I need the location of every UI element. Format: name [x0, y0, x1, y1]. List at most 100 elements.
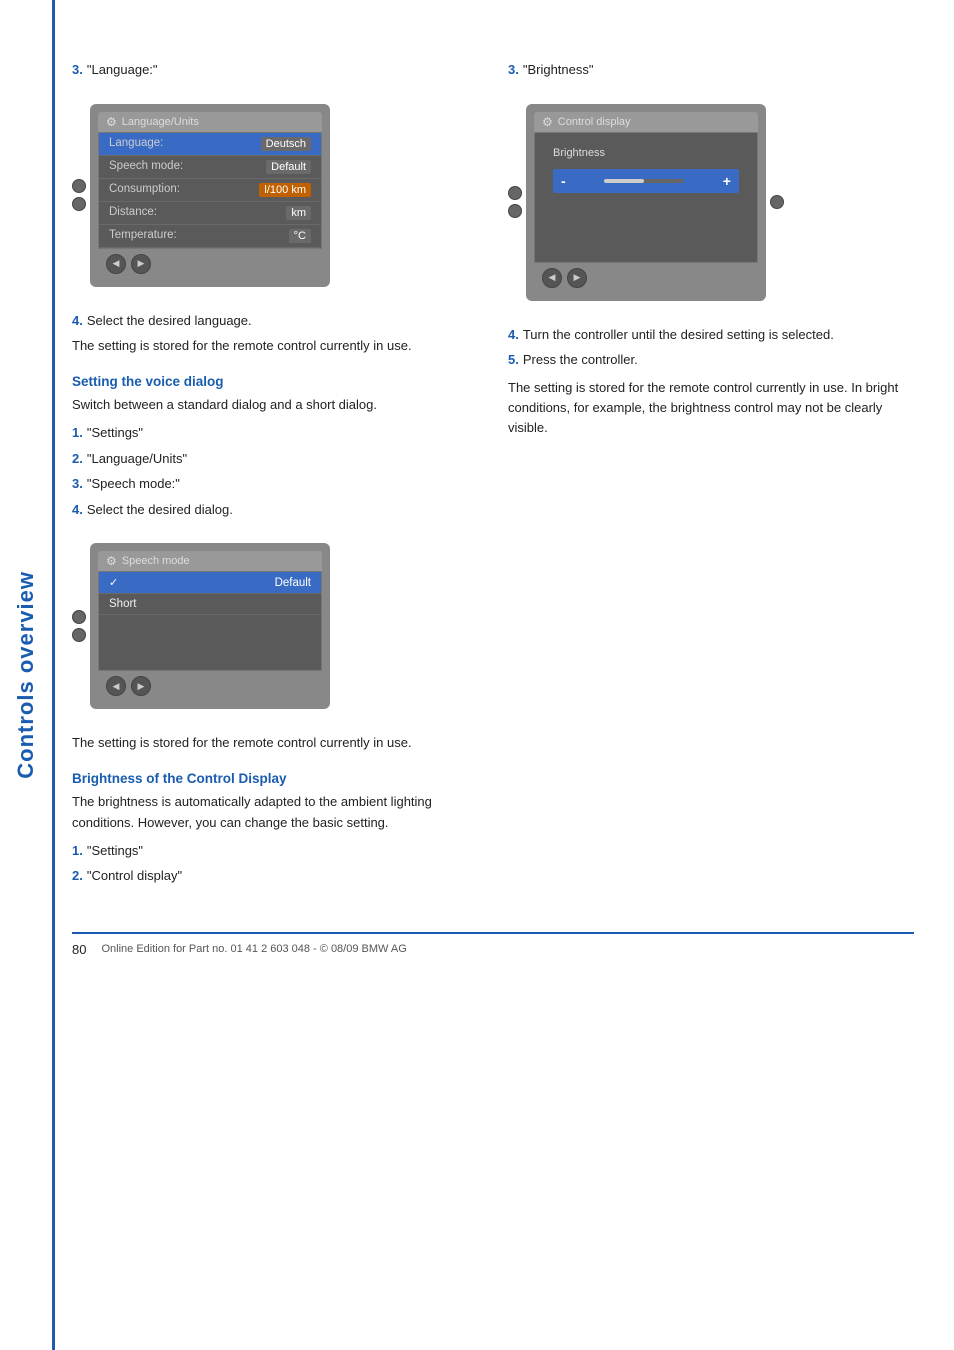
- section-brightness-desc: The brightness is automatically adapted …: [72, 792, 478, 832]
- dialog-step-1-text: "Settings": [87, 423, 143, 443]
- side-btn-r-1: [770, 195, 784, 209]
- step-4-text: Select the desired language.: [87, 311, 252, 331]
- side-btn-speech-1: [72, 610, 86, 624]
- dialog-step-4-text: Select the desired dialog.: [87, 500, 233, 520]
- bar-fill: [604, 179, 644, 183]
- speech-spacer: [99, 615, 321, 665]
- page-footer: 80 Online Edition for Part no. 01 41 2 6…: [72, 932, 914, 957]
- speech-row-short: Short: [99, 594, 321, 615]
- speech-screen-header: ⚙ Speech mode: [98, 551, 322, 571]
- side-controls-right: [770, 195, 784, 209]
- step-3-num: 3.: [72, 60, 83, 80]
- side-btn-b-2: [508, 204, 522, 218]
- bar-track: [604, 179, 684, 183]
- ctrl-btn-speech-l: ◀: [106, 676, 126, 696]
- dialog-step-2-num: 2.: [72, 449, 83, 469]
- right-step-5: 5. Press the controller.: [508, 350, 914, 370]
- brightness-spacer: [545, 197, 747, 252]
- brightness-step-2-text: "Control display": [87, 866, 182, 886]
- dialog-step-4: 4. Select the desired dialog.: [72, 500, 478, 520]
- lang-row-3: Distance: km: [99, 202, 321, 225]
- two-col-layout: 3. "Language:" ⚙ Language/Units: [72, 60, 914, 892]
- col-right: 3. "Brightness" ⚙ Control display: [508, 60, 914, 892]
- ctrl-btn-left: ◀: [106, 254, 126, 274]
- step-3-text: "Language:": [87, 60, 158, 80]
- step-4-num: 4.: [72, 311, 83, 331]
- main-content: 3. "Language:" ⚙ Language/Units: [52, 0, 954, 1350]
- ctrl-btn-b-r: ▶: [567, 268, 587, 288]
- right-step-4-num: 4.: [508, 325, 519, 345]
- col-left: 3. "Language:" ⚙ Language/Units: [72, 60, 478, 892]
- right-step-5-num: 5.: [508, 350, 519, 370]
- brightness-device-wrapper: ⚙ Control display Brightness -: [508, 92, 914, 313]
- brightness-step-1-text: "Settings": [87, 841, 143, 861]
- speech-screen: ⚙ Speech mode ✓ Default Short: [90, 543, 330, 709]
- brightness-screen: ⚙ Control display Brightness -: [526, 104, 766, 301]
- gear-icon-brightness: ⚙: [542, 115, 553, 129]
- side-btn-speech-2: [72, 628, 86, 642]
- brightness-screen-header: ⚙ Control display: [534, 112, 758, 132]
- dialog-step-1: 1. "Settings": [72, 423, 478, 443]
- speech-bottom-controls: ◀ ▶: [98, 671, 322, 701]
- step-4-language: 4. Select the desired language.: [72, 311, 478, 331]
- footer-text: Online Edition for Part no. 01 41 2 603 …: [101, 943, 406, 955]
- brightness-bottom-controls: ◀ ▶: [534, 263, 758, 293]
- dialog-step-2: 2. "Language/Units": [72, 449, 478, 469]
- side-btn-2: [72, 197, 86, 211]
- bottom-controls: ◀ ▶: [98, 249, 322, 279]
- language-device-wrapper: ⚙ Language/Units Language: Deutsch Speec…: [72, 92, 478, 299]
- brightness-screen-inner: Brightness - +: [534, 132, 758, 263]
- right-step-3-num: 3.: [508, 60, 519, 80]
- page-number: 80: [72, 942, 86, 957]
- ctrl-btn-right: ▶: [131, 254, 151, 274]
- language-screen-header: ⚙ Language/Units: [98, 112, 322, 132]
- gear-icon: ⚙: [106, 115, 117, 129]
- lang-value-0: Deutsch: [261, 137, 311, 151]
- right-step-4-text: Turn the controller until the desired se…: [523, 325, 834, 345]
- brightness-screen-label: Brightness: [545, 143, 747, 161]
- lang-label-0: Language:: [109, 137, 163, 151]
- lang-label-1: Speech mode:: [109, 160, 183, 174]
- speech-default-label: Default: [275, 577, 311, 589]
- minus-icon: -: [561, 173, 566, 189]
- speech-row-default: ✓ Default: [99, 572, 321, 594]
- para-2: The setting is stored for the remote con…: [72, 733, 478, 753]
- dialog-step-2-text: "Language/Units": [87, 449, 187, 469]
- side-controls-speech: [72, 610, 86, 642]
- para-1: The setting is stored for the remote con…: [72, 336, 478, 356]
- speech-screen-inner: ✓ Default Short: [98, 571, 322, 671]
- right-step-3-text: "Brightness": [523, 60, 594, 80]
- brightness-bar: [604, 179, 684, 183]
- brightness-step-2: 2. "Control display": [72, 866, 478, 886]
- brightness-step-1: 1. "Settings": [72, 841, 478, 861]
- side-btn-b-1: [508, 186, 522, 200]
- gear-icon-speech: ⚙: [106, 554, 117, 568]
- lang-value-3: km: [286, 206, 311, 220]
- side-btn-1: [72, 179, 86, 193]
- brightness-control: - +: [553, 169, 739, 193]
- dialog-step-4-num: 4.: [72, 500, 83, 520]
- lang-value-4: °C: [289, 229, 311, 243]
- dialog-step-1-num: 1.: [72, 423, 83, 443]
- section-brightness-heading: Brightness of the Control Display: [72, 771, 478, 786]
- dialog-step-3-num: 3.: [72, 474, 83, 494]
- brightness-screen-title: Control display: [558, 116, 631, 128]
- step-3-brightness: 3. "Brightness": [508, 60, 914, 80]
- language-screen-title: Language/Units: [122, 116, 199, 128]
- side-controls-brightness: [508, 186, 522, 218]
- speech-device-wrapper: ⚙ Speech mode ✓ Default Short: [72, 531, 478, 721]
- lang-label-2: Consumption:: [109, 183, 180, 197]
- right-step-5-text: Press the controller.: [523, 350, 638, 370]
- lang-row-0: Language: Deutsch: [99, 133, 321, 156]
- dialog-step-3: 3. "Speech mode:": [72, 474, 478, 494]
- right-step-4: 4. Turn the controller until the desired…: [508, 325, 914, 345]
- step-3-language: 3. "Language:": [72, 60, 478, 80]
- page-container: Controls overview 3. "Language:": [0, 0, 954, 1350]
- speech-screen-title: Speech mode: [122, 555, 190, 567]
- section-voice-desc: Switch between a standard dialog and a s…: [72, 395, 478, 415]
- brightness-step-2-num: 2.: [72, 866, 83, 886]
- section-voice-heading: Setting the voice dialog: [72, 374, 478, 389]
- lang-value-2: l/100 km: [259, 183, 311, 197]
- blue-bar: [52, 0, 55, 1350]
- ctrl-btn-speech-r: ▶: [131, 676, 151, 696]
